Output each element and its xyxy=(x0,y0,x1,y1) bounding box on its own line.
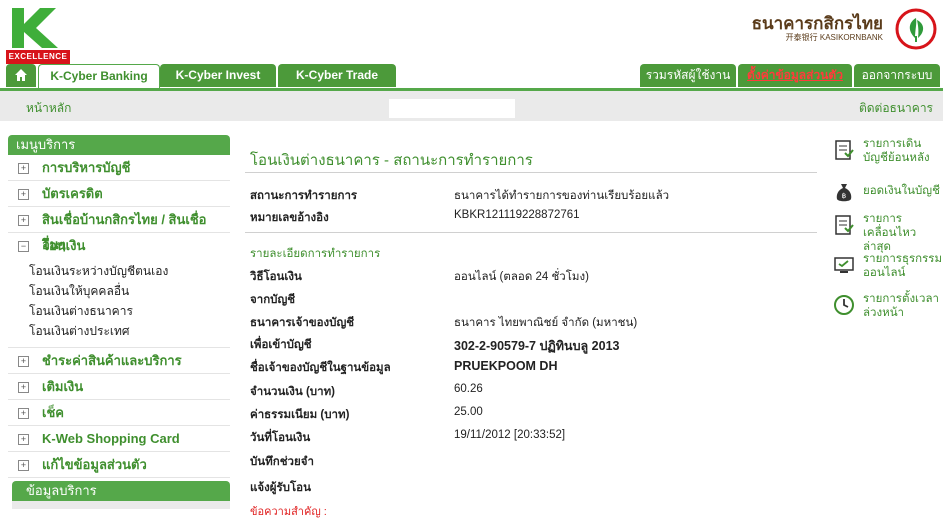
tab-k-cyber-banking[interactable]: K-Cyber Banking xyxy=(38,64,160,88)
sidebar-item-credit-card[interactable]: + บัตรเครดิต xyxy=(8,181,230,207)
detail-label: วิธีโอนเงิน xyxy=(250,271,302,283)
bank-name-english: 开泰银行 KASIKORNBANK xyxy=(785,33,883,42)
reference-label: หมายเลขอ้างอิง xyxy=(250,212,329,224)
home-link[interactable]: หน้าหลัก xyxy=(26,99,71,118)
reference-value: KBKR121119228872761 xyxy=(454,209,580,221)
expand-icon: + xyxy=(18,460,29,471)
online-transactions-icon xyxy=(834,257,854,273)
sidebar-item-transfer[interactable]: − โอนเงิน xyxy=(8,233,230,258)
top-navigation: K-Cyber Banking K-Cyber Invest K-Cyber T… xyxy=(0,64,943,91)
sidebar-item-label: บัตรเครดิต xyxy=(42,186,103,201)
detail-label: จากบัญชี xyxy=(250,294,296,306)
excellence-label: EXCELLENCE xyxy=(6,50,70,64)
detail-value: 19/11/2012 [20:33:52] xyxy=(454,429,566,441)
detail-label: ธนาคารเจ้าของบัญชี xyxy=(250,317,355,329)
sidebar-item-label: โอนเงิน xyxy=(42,238,86,253)
important-note: ข้อความสำคัญ : xyxy=(250,506,327,518)
detail-label: ชื่อเจ้าของบัญชีในฐานข้อมูล xyxy=(250,362,391,374)
page-title: โอนเงินต่างธนาคาร - สถานะการทำรายการ xyxy=(250,152,533,169)
sidebar-item-cheque[interactable]: + เช็ค xyxy=(8,400,230,426)
sidebar-item-label: ชำระค่าสินค้าและบริการ xyxy=(42,353,182,368)
svg-text:฿: ฿ xyxy=(842,192,846,200)
expand-icon: + xyxy=(18,408,29,419)
quick-link-label: รายการตั้งเวลาล่วงหน้า xyxy=(863,293,939,319)
tab-k-cyber-invest[interactable]: K-Cyber Invest xyxy=(160,64,276,87)
statement-icon xyxy=(835,140,854,160)
sidebar-item-label: K-Web Shopping Card xyxy=(42,431,180,446)
sidebar-item-bill-payment[interactable]: + ชำระค่าสินค้าและบริการ xyxy=(8,348,230,374)
sidebar-item-k-web-shopping-card[interactable]: + K-Web Shopping Card xyxy=(8,426,230,452)
detail-label: เพื่อเข้าบัญชี xyxy=(250,339,312,351)
sidebar-item-label: เช็ค xyxy=(42,405,64,420)
sidebar-subitem-own-accounts[interactable]: โอนเงินระหว่างบัญชีตนเอง xyxy=(8,261,230,281)
logout-button[interactable]: ออกจากระบบ xyxy=(854,64,940,87)
detail-value: 60.26 xyxy=(454,383,483,395)
detail-label: ค่าธรรมเนียม (บาท) xyxy=(250,409,350,421)
detail-value: PRUEKPOOM DH xyxy=(454,359,558,373)
quick-link-label: รายการเคลื่อนไหวล่าสุด xyxy=(863,213,917,253)
sidebar-header: เมนูบริการ xyxy=(8,135,230,155)
sidebar-subitem-other-bank[interactable]: โอนเงินต่างธนาคาร xyxy=(8,301,230,321)
status-label: สถานะการทำรายการ xyxy=(250,190,358,202)
kasikornbank-logo[interactable]: ธนาคารกสิกรไทย 开泰银行 KASIKORNBANK xyxy=(752,8,937,52)
sidebar: เมนูบริการ + การบริหารบัญชี + บัตรเครดิต +… xyxy=(8,135,230,478)
quick-link-label: รายการธุรกรรมออนไลน์ xyxy=(863,253,943,279)
sidebar-item-account-management[interactable]: + การบริหารบัญชี xyxy=(8,155,230,181)
sidebar-item-label: เติมเงิน xyxy=(42,379,84,394)
contact-bank-link[interactable]: ติดต่อธนาคาร xyxy=(859,99,933,118)
sub-bar: หน้าหลัก ติดต่อธนาคาร xyxy=(0,91,943,121)
money-bag-icon: ฿ xyxy=(836,184,852,202)
service-info-header: ข้อมูลบริการ xyxy=(12,481,230,501)
sidebar-item-loans[interactable]: + สินเชื่อบ้านกสิกรไทย / สินเชื่ออื่นๆ xyxy=(8,207,230,252)
divider xyxy=(245,232,817,233)
sidebar-subitem-other-person[interactable]: โอนเงินให้บุคคลอื่น xyxy=(8,281,230,301)
detail-label: บันทึกช่วยจำ xyxy=(250,456,314,468)
detail-label: จำนวนเงิน (บาท) xyxy=(250,386,335,398)
k-excellence-logo[interactable]: EXCELLENCE xyxy=(6,6,70,64)
recent-transactions-icon xyxy=(835,215,854,235)
tab-k-cyber-trade[interactable]: K-Cyber Trade xyxy=(278,64,396,87)
detail-value: ธนาคาร ไทยพาณิชย์ จำกัด (มหาชน) xyxy=(454,317,638,329)
expand-icon: + xyxy=(18,382,29,393)
clock-icon xyxy=(834,295,854,315)
collapse-icon: − xyxy=(18,241,29,252)
expand-icon: + xyxy=(18,215,29,226)
sidebar-item-edit-profile[interactable]: + แก้ไขข้อมูลส่วนตัว xyxy=(8,452,230,478)
detail-value: 302-2-90579-7 ปฏิทินบลู 2013 xyxy=(454,339,620,353)
sidebar-item-label: แก้ไขข้อมูลส่วนตัว xyxy=(42,457,147,472)
divider xyxy=(245,172,817,173)
service-info-body xyxy=(12,501,230,509)
expand-icon: + xyxy=(18,434,29,445)
expand-icon: + xyxy=(18,356,29,367)
sidebar-subitem-international[interactable]: โอนเงินต่างประเทศ xyxy=(8,321,230,341)
detail-label: วันที่โอนเงิน xyxy=(250,432,311,444)
personal-settings-button[interactable]: ตั้งค่าข้อมูลส่วนตัว xyxy=(738,64,852,87)
quick-link-label: ยอดเงินในบัญชี xyxy=(863,185,940,197)
detail-value: ออนไลน์ (ตลอด 24 ชั่วโมง) xyxy=(454,271,589,283)
quick-link-label: รายการเดินบัญชีย้อนหลัง xyxy=(863,138,930,164)
sidebar-item-label: การบริหารบัญชี xyxy=(42,160,131,175)
kbank-seal-icon xyxy=(895,8,937,50)
expand-icon: + xyxy=(18,189,29,200)
detail-section-title: รายละเอียดการทำรายการ xyxy=(250,248,381,260)
status-value: ธนาคารได้ทำรายการของท่านเรียบร้อยแล้ว xyxy=(454,190,670,202)
k-logo-icon xyxy=(6,6,70,50)
detail-label: แจ้งผู้รับโอน xyxy=(250,482,311,494)
detail-value: 25.00 xyxy=(454,406,483,418)
expand-icon: + xyxy=(18,163,29,174)
combine-user-ids-button[interactable]: รวมรหัสผู้ใช้งาน xyxy=(640,64,736,87)
home-tab[interactable] xyxy=(6,64,36,87)
sidebar-item-top-up[interactable]: + เติมเงิน xyxy=(8,374,230,400)
home-icon xyxy=(15,69,27,81)
blank-box xyxy=(389,99,515,118)
